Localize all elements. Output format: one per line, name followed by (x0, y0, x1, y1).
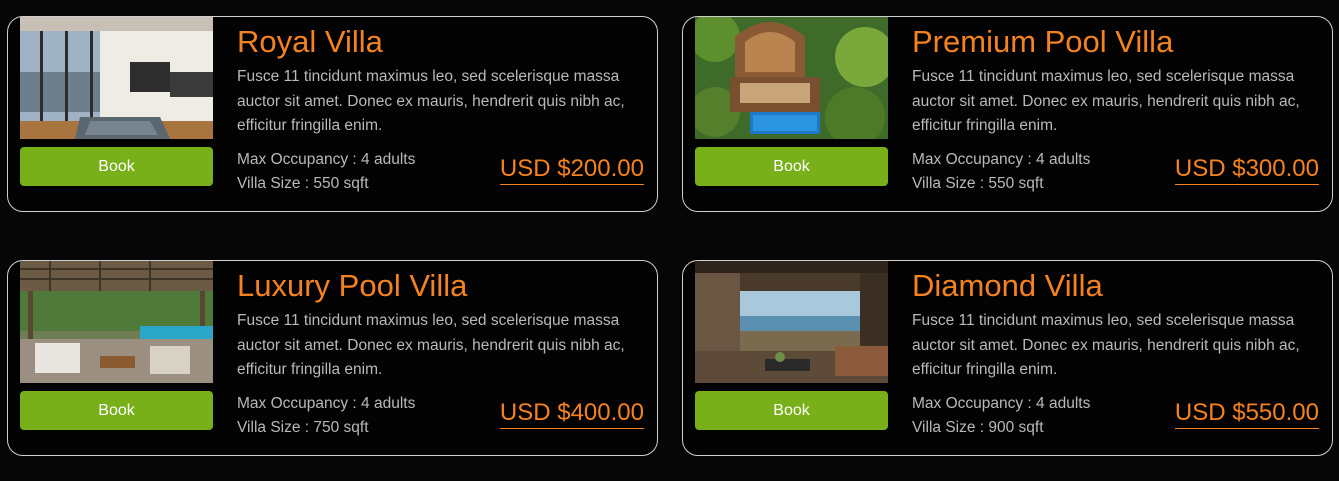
villa-title: Premium Pool Villa (912, 24, 1174, 59)
villa-size: Villa Size : 550 sqft (237, 175, 369, 192)
max-occupancy: Max Occupancy : 4 adults (912, 395, 1091, 412)
villa-size: Villa Size : 750 sqft (237, 419, 369, 436)
villa-card-luxury-pool: Book Luxury Pool Villa Fusce 11 tincidun… (7, 260, 658, 456)
price-amount: $200.00 (557, 155, 644, 182)
price-currency: USD (499, 399, 551, 426)
book-button[interactable]: Book (695, 391, 888, 430)
villa-size: Villa Size : 550 sqft (912, 175, 1044, 192)
pool-villa-aerial-photo (695, 17, 888, 139)
villa-details: Max Occupancy : 4 adults Villa Size : 75… (237, 392, 415, 440)
max-occupancy: Max Occupancy : 4 adults (237, 151, 416, 168)
villa-description: Fusce 11 tincidunt maximus leo, sed scel… (237, 312, 625, 378)
villa-description: Fusce 11 tincidunt maximus leo, sed scel… (912, 68, 1300, 134)
villa-title: Luxury Pool Villa (237, 268, 468, 303)
price-amount: $400.00 (557, 399, 644, 426)
villa-price[interactable]: USD $200.00 (499, 154, 644, 185)
ocean-view-lounge-photo (695, 261, 888, 383)
villa-title: Diamond Villa (912, 268, 1103, 303)
price-currency: USD (499, 155, 551, 182)
villa-size: Villa Size : 900 sqft (912, 419, 1044, 436)
villa-details: Max Occupancy : 4 adults Villa Size : 55… (912, 148, 1090, 196)
book-button[interactable]: Book (20, 391, 213, 430)
max-occupancy: Max Occupancy : 4 adults (912, 151, 1091, 168)
villa-title: Royal Villa (237, 24, 383, 59)
villa-description: Fusce 11 tincidunt maximus leo, sed scel… (912, 312, 1300, 378)
villa-price[interactable]: USD $400.00 (499, 398, 644, 429)
price-currency: USD (1174, 399, 1226, 426)
villa-interior-photo (20, 17, 213, 139)
price-currency: USD (1174, 155, 1226, 182)
pergola-pool-photo (20, 261, 213, 383)
villa-details: Max Occupancy : 4 adults Villa Size : 55… (237, 148, 415, 196)
price-amount: $550.00 (1232, 399, 1319, 426)
max-occupancy: Max Occupancy : 4 adults (237, 395, 416, 412)
price-amount: $300.00 (1232, 155, 1319, 182)
villa-details: Max Occupancy : 4 adults Villa Size : 90… (912, 392, 1090, 440)
villa-card-premium-pool: Book Premium Pool Villa Fusce 11 tincidu… (682, 16, 1333, 212)
book-button[interactable]: Book (695, 147, 888, 186)
villa-card-royal: Book Royal Villa Fusce 11 tincidunt maxi… (7, 16, 658, 212)
villa-price[interactable]: USD $300.00 (1174, 154, 1319, 185)
villa-price[interactable]: USD $550.00 (1174, 398, 1319, 429)
book-button[interactable]: Book (20, 147, 213, 186)
villa-card-diamond: Book Diamond Villa Fusce 11 tincidunt ma… (682, 260, 1333, 456)
villa-description: Fusce 11 tincidunt maximus leo, sed scel… (237, 68, 625, 134)
